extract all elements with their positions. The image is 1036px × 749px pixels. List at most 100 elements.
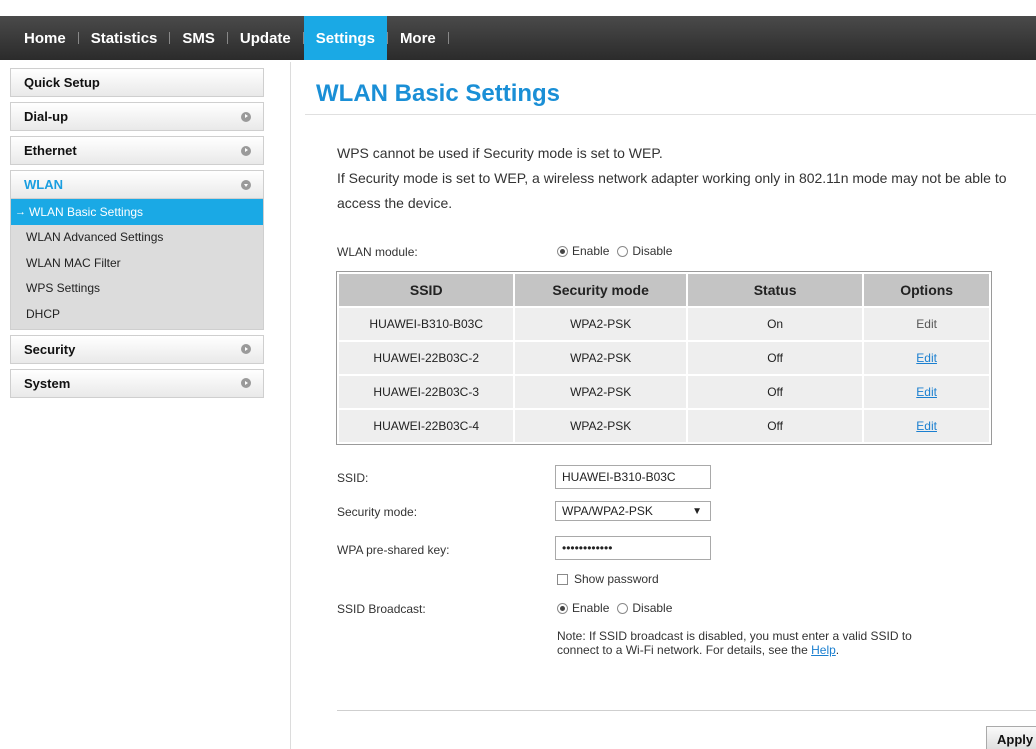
radio-checked-icon[interactable] (557, 245, 568, 257)
nav-sms[interactable]: SMS (170, 16, 227, 60)
arrow-right-icon: → (15, 205, 26, 218)
column-header-options: Options (862, 272, 991, 308)
collapse-arrow-icon (241, 179, 251, 190)
status-cell: Off (685, 408, 865, 444)
sidebar-item-wlan-mac-filter[interactable]: WLAN MAC Filter (11, 250, 263, 276)
radio-unchecked-icon[interactable] (617, 245, 629, 257)
sidebar-ethernet[interactable]: Ethernet (10, 136, 264, 165)
wlan-module-disable-option[interactable]: Disable (617, 244, 672, 258)
options-cell: Edit (862, 374, 991, 410)
options-cell: Edit (862, 306, 991, 342)
psk-label: WPA pre-shared key: (337, 543, 450, 557)
disable-label: Disable (632, 244, 673, 258)
sidebar: Quick Setup Dial-up Ethernet WLAN → WLAN… (10, 68, 264, 403)
note-end: . (835, 643, 840, 657)
radio-unchecked-icon[interactable] (617, 602, 629, 614)
show-password-row: Show password (557, 572, 659, 586)
ssid-cell: HUAWEI-22B03C-4 (336, 408, 516, 444)
edit-link[interactable]: Edit (916, 351, 937, 365)
ssid-label: SSID: (337, 471, 369, 485)
expand-arrow-icon (241, 111, 251, 122)
security-cell: WPA2-PSK (513, 374, 688, 410)
psk-password-input[interactable] (555, 536, 711, 560)
options-cell: Edit (862, 408, 991, 444)
content-divider (290, 62, 291, 749)
disable-label: Disable (632, 601, 673, 615)
column-header-status: Status (685, 272, 865, 308)
sidebar-item-wlan-basic-settings[interactable]: → WLAN Basic Settings (11, 199, 263, 225)
nav-settings[interactable]: Settings (303, 16, 387, 60)
sidebar-item-wlan-advanced-settings[interactable]: WLAN Advanced Settings (11, 225, 263, 251)
table-row: HUAWEI-22B03C-3 WPA2-PSK Off Edit (336, 374, 991, 410)
security-cell: WPA2-PSK (513, 340, 688, 376)
table-row: HUAWEI-22B03C-2 WPA2-PSK Off Edit (336, 340, 991, 376)
security-cell: WPA2-PSK (513, 408, 688, 444)
security-cell: WPA2-PSK (513, 306, 688, 342)
enable-label: Enable (572, 601, 610, 615)
sidebar-item-label: WLAN (24, 177, 63, 192)
dropdown-arrow-icon: ▼ (692, 505, 702, 517)
ssid-input[interactable] (555, 465, 711, 489)
sidebar-item-label: Quick Setup (24, 75, 100, 90)
security-mode-select[interactable]: WPA/WPA2-PSK ▼ (555, 501, 711, 521)
apply-button[interactable]: Apply (986, 726, 1036, 749)
edit-link[interactable]: Edit (916, 419, 937, 433)
edit-label: Edit (916, 317, 937, 331)
nav-update[interactable]: Update (228, 16, 303, 60)
show-password-checkbox[interactable] (557, 573, 568, 585)
sidebar-wlan[interactable]: WLAN (10, 170, 264, 199)
sidebar-dialup[interactable]: Dial-up (10, 102, 264, 131)
nav-more[interactable]: More (388, 16, 448, 60)
wlan-module-enable-option[interactable]: Enable (557, 244, 609, 258)
sidebar-item-wps-settings[interactable]: WPS Settings (11, 276, 263, 302)
note-text: Note: If SSID broadcast is disabled, you… (557, 629, 912, 657)
status-cell: Off (685, 340, 865, 376)
enable-label: Enable (572, 244, 610, 258)
sidebar-item-label: Dial-up (24, 109, 69, 124)
ssid-broadcast-note: Note: If SSID broadcast is disabled, you… (557, 629, 957, 657)
expand-arrow-icon (241, 145, 251, 156)
expand-arrow-icon (241, 344, 251, 354)
nav-statistics[interactable]: Statistics (79, 16, 170, 60)
column-header-ssid: SSID (336, 272, 516, 308)
ssid-table: SSID Security mode Status Options HUAWEI… (336, 271, 992, 445)
intro-text: WPS cannot be used if Security mode is s… (337, 141, 1036, 216)
table-row: HUAWEI-22B03C-4 WPA2-PSK Off Edit (336, 408, 991, 444)
sidebar-item-label: WLAN Basic Settings (29, 204, 144, 219)
status-cell: On (685, 306, 865, 342)
sidebar-item-dhcp[interactable]: DHCP (11, 301, 263, 327)
sidebar-item-label: Ethernet (24, 143, 77, 158)
nav-home[interactable]: Home (12, 16, 78, 60)
sidebar-item-label: System (24, 375, 71, 391)
expand-arrow-icon (241, 378, 251, 388)
edit-link[interactable]: Edit (916, 385, 937, 399)
title-divider (305, 114, 1036, 115)
ssid-cell: HUAWEI-22B03C-3 (336, 374, 516, 410)
wlan-module-label: WLAN module: (337, 245, 418, 259)
table-row: HUAWEI-B310-B03C WPA2-PSK On Edit (336, 306, 991, 342)
help-link[interactable]: Help (811, 643, 836, 657)
options-cell: Edit (862, 340, 991, 376)
sidebar-security[interactable]: Security (10, 334, 264, 364)
show-password-label: Show password (574, 572, 659, 586)
wlan-module-radio-group: Enable Disable (557, 244, 680, 258)
nav-separator (447, 32, 449, 44)
sidebar-item-label: Security (24, 341, 76, 357)
top-navigation: Home Statistics SMS Update Settings More (0, 16, 1036, 60)
intro-line-wps: WPS cannot be used if Security mode is s… (337, 145, 663, 161)
sidebar-system[interactable]: System (10, 368, 264, 398)
ssid-cell: HUAWEI-B310-B03C (336, 306, 516, 342)
ssid-broadcast-label: SSID Broadcast: (337, 602, 426, 616)
security-mode-value: WPA/WPA2-PSK (562, 504, 653, 518)
ssid-broadcast-radio-group: Enable Disable (557, 601, 680, 615)
ssid-broadcast-disable-option[interactable]: Disable (617, 601, 672, 615)
bottom-divider (337, 710, 1036, 711)
ssid-broadcast-enable-option[interactable]: Enable (557, 601, 609, 615)
wlan-submenu: → WLAN Basic Settings WLAN Advanced Sett… (10, 199, 264, 330)
page-title: WLAN Basic Settings (316, 80, 561, 107)
radio-checked-icon[interactable] (557, 602, 568, 614)
ssid-cell: HUAWEI-22B03C-2 (336, 340, 516, 376)
table-header-row: SSID Security mode Status Options (336, 272, 991, 308)
column-header-security-mode: Security mode (513, 272, 688, 308)
sidebar-quick-setup[interactable]: Quick Setup (10, 68, 264, 97)
